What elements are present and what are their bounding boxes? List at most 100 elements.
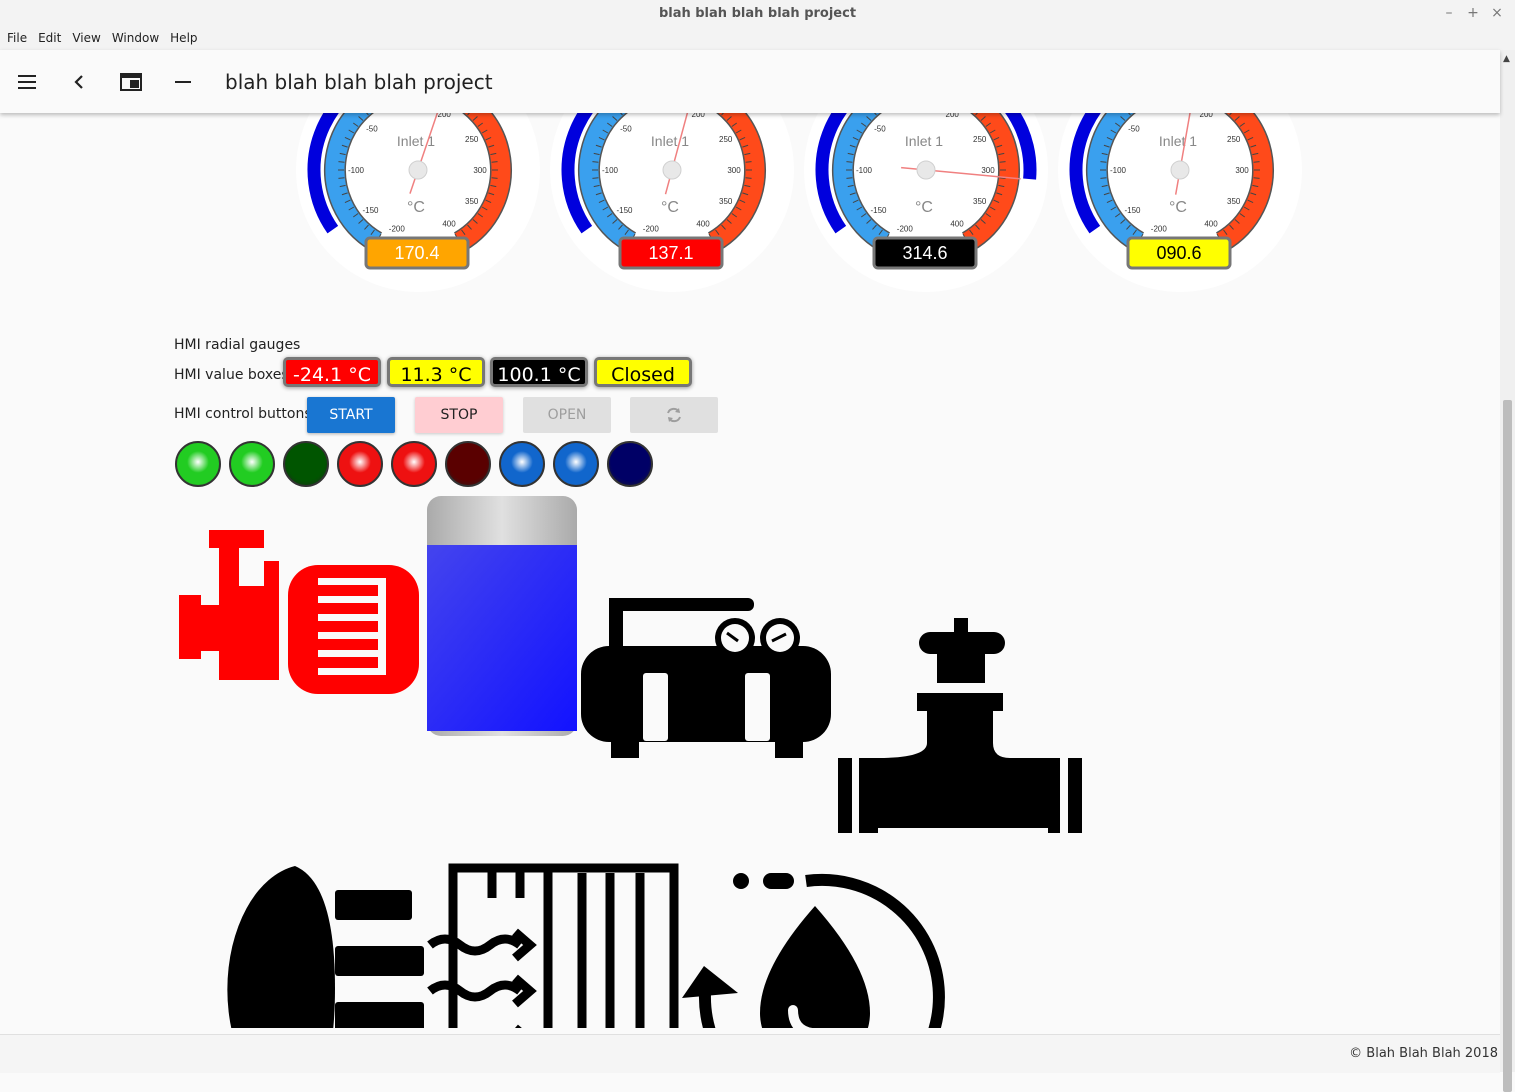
gauge-tick-label: 300 — [981, 166, 995, 175]
radial-gauge: 0-50-100-150-200200250300350400Inlet 1°C… — [1058, 113, 1302, 292]
gauge-tick-label: -200 — [643, 224, 660, 233]
gauge-tick-label: 0 — [911, 113, 916, 114]
gauge-tick-label: -50 — [1128, 125, 1140, 134]
main-content: 0 -50 -100 -150 -200 200 250 300 350 400 Inlet 1 °C… — [0, 113, 1500, 1034]
gauge-tick-label: 400 — [1204, 220, 1218, 229]
window-title: blah blah blah blah project — [658, 6, 857, 21]
vertical-scrollbar[interactable]: ▲ — [1500, 50, 1515, 1092]
indicator-light — [337, 441, 383, 487]
back-arrow-icon[interactable] — [65, 68, 93, 96]
gauge-unit: °C — [915, 199, 933, 216]
radial-gauge: 0-50-100-150-200200250300350400Inlet 1°C… — [550, 113, 794, 292]
hmi-symbols-canvas — [179, 496, 1082, 1028]
tank-icon — [427, 496, 577, 736]
gauge-unit: °C — [407, 199, 425, 216]
gauge-tick-label: -100 — [602, 166, 619, 175]
menu-edit[interactable]: Edit — [34, 29, 65, 47]
gauge-label: Inlet 1 — [1159, 133, 1197, 149]
gauge-tick-label: 200 — [946, 113, 960, 119]
scrollbar-thumb[interactable] — [1503, 400, 1512, 1092]
copyright-text: © Blah Blah Blah 2018 — [1349, 1046, 1498, 1061]
gauge-tick-label: 350 — [465, 197, 479, 206]
value-box-temperature: -24.1 °C — [283, 357, 381, 387]
label-value-boxes: HMI value boxes — [174, 367, 289, 383]
gauge-tick-label: -100 — [856, 166, 873, 175]
gauge-tick-label: 350 — [1227, 197, 1241, 206]
value-box-temperature: 100.1 °C — [490, 357, 588, 387]
gauge-tick-label: 250 — [973, 135, 987, 144]
menu-file[interactable]: File — [3, 29, 31, 47]
water-recycle-icon — [682, 873, 945, 1028]
gauge-tick-label: 300 — [1235, 166, 1249, 175]
stop-button[interactable]: STOP — [415, 397, 503, 433]
gauge-tick-label: 250 — [719, 135, 733, 144]
compressor-icon — [581, 598, 831, 758]
gauge-tick-label: -150 — [616, 206, 633, 215]
gauge-tick-label: -200 — [897, 224, 914, 233]
gauge-label: Inlet 1 — [905, 133, 943, 149]
gauge-value-text: 170.4 — [394, 243, 439, 263]
refresh-button[interactable] — [630, 397, 718, 433]
window-titlebar: blah blah blah blah project – + × — [0, 0, 1515, 29]
gauge-tick-label: 400 — [950, 220, 964, 229]
gauge-tick-label: 250 — [465, 135, 479, 144]
heat-exchanger-icon — [427, 863, 679, 1028]
minus-icon[interactable] — [169, 68, 197, 96]
gauge-tick-label: -150 — [870, 206, 887, 215]
gauge-tick-label: -50 — [874, 125, 886, 134]
indicator-light — [553, 441, 599, 487]
page-title: blah blah blah blah project — [225, 70, 493, 94]
menu-window[interactable]: Window — [108, 29, 163, 47]
open-button[interactable]: OPEN — [523, 397, 611, 433]
gauge-hub — [662, 160, 682, 180]
gauge-unit: °C — [1169, 199, 1187, 216]
start-button[interactable]: START — [307, 397, 395, 433]
radial-gauge: 0 -50 -100 -150 -200 200 250 300 350 400 Inlet 1 °C… — [804, 113, 1048, 292]
window-layout-icon[interactable] — [117, 68, 145, 96]
indicator-light — [283, 441, 329, 487]
label-control-buttons: HMI control buttons — [174, 406, 312, 422]
gate-valve-icon — [838, 618, 1082, 833]
gauge-tick-label: -200 — [389, 224, 406, 233]
gauge-tick-label: 400 — [696, 220, 710, 229]
gauge-tick-label: 300 — [473, 166, 487, 175]
menu-bar: File Edit View Window Help — [0, 28, 1515, 50]
maximize-window-button[interactable]: + — [1464, 5, 1482, 21]
label-radial-gauges: HMI radial gauges — [174, 337, 301, 353]
gauge-hub — [1170, 160, 1190, 180]
gauge-hub — [408, 160, 428, 180]
indicator-light — [445, 441, 491, 487]
radial-gauge: 0-50-100-150-200200250300350400Inlet 1°C… — [296, 113, 540, 292]
gauge-tick-label: 350 — [973, 197, 987, 206]
refresh-icon — [667, 407, 681, 423]
app-toolbar: blah blah blah blah project — [0, 50, 1500, 113]
gauge-tick-label: 200 — [1200, 113, 1214, 119]
gauge-value-text: 314.6 — [902, 243, 947, 263]
gauge-tick-label: -100 — [1110, 166, 1127, 175]
gauge-value-text: 137.1 — [648, 243, 693, 263]
radial-gauges-group: 0 -50 -100 -150 -200 200 250 300 350 400 Inlet 1 °C… — [296, 113, 1302, 292]
indicator-light — [175, 441, 221, 487]
fan-icon — [227, 866, 424, 1028]
gauge-tick-label: 0 — [403, 113, 408, 114]
gauge-tick-label: 0 — [1165, 113, 1170, 114]
gauge-tick-label: -200 — [1151, 224, 1168, 233]
value-box-status: Closed — [594, 357, 692, 387]
gauge-tick-label: 250 — [1227, 135, 1241, 144]
value-box-temperature: 11.3 °C — [387, 357, 485, 387]
gauge-tick-label: -100 — [348, 166, 365, 175]
minimize-window-button[interactable]: – — [1440, 5, 1458, 21]
indicator-light — [229, 441, 275, 487]
gauge-tick-label: 400 — [442, 220, 456, 229]
gauge-value-text: 090.6 — [1156, 243, 1201, 263]
motor-pump-icon — [179, 530, 419, 694]
indicator-light — [499, 441, 545, 487]
gauge-tick-label: 200 — [438, 113, 452, 119]
close-window-button[interactable]: × — [1488, 5, 1506, 21]
gauge-tick-label: 350 — [719, 197, 733, 206]
page-footer: © Blah Blah Blah 2018 — [0, 1034, 1500, 1073]
gauge-tick-label: -150 — [362, 206, 379, 215]
hamburger-menu-icon[interactable] — [13, 68, 41, 96]
menu-view[interactable]: View — [68, 29, 104, 47]
menu-help[interactable]: Help — [166, 29, 201, 47]
